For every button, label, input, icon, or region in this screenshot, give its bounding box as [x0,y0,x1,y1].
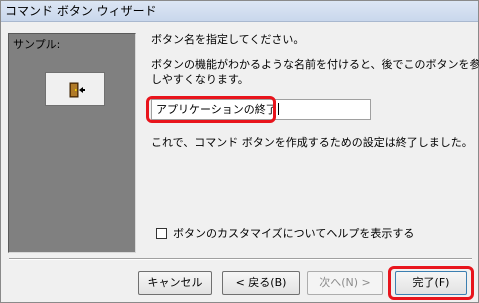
instruction-heading: ボタン名を指定してください。 [151,33,305,46]
instruction-line-1: ボタンの機能がわかるような名前を付けると、後でこのボタンを参照 [151,58,479,71]
sample-label: サンプル: [13,38,61,51]
completion-message: これで、コマンド ボタンを作成するための設定は終了しました。 [151,136,473,149]
instruction-line-2: しやすくなります。 [151,73,249,86]
help-checkbox[interactable] [156,228,167,239]
title-bar: コマンド ボタン ウィザード [1,1,478,22]
text-caret [277,103,279,115]
next-button[interactable]: 次へ(N) > [307,271,383,295]
back-button[interactable]: < 戻る(B) [222,271,300,295]
finish-button-highlight [388,266,474,300]
footer-separator [9,258,472,260]
sample-panel: サンプル: [8,33,136,253]
wizard-window: コマンド ボタン ウィザード サンプル: ボタン名を指定してください。 ボタンの… [0,0,479,303]
exit-door-icon [69,82,85,98]
cancel-button[interactable]: キャンセル [138,271,212,295]
name-input-highlight [146,96,276,123]
sample-command-button [45,72,105,106]
help-checkbox-label[interactable]: ボタンのカスタマイズについてヘルプを表示する [173,226,414,241]
window-title: コマンド ボタン ウィザード [5,4,157,18]
